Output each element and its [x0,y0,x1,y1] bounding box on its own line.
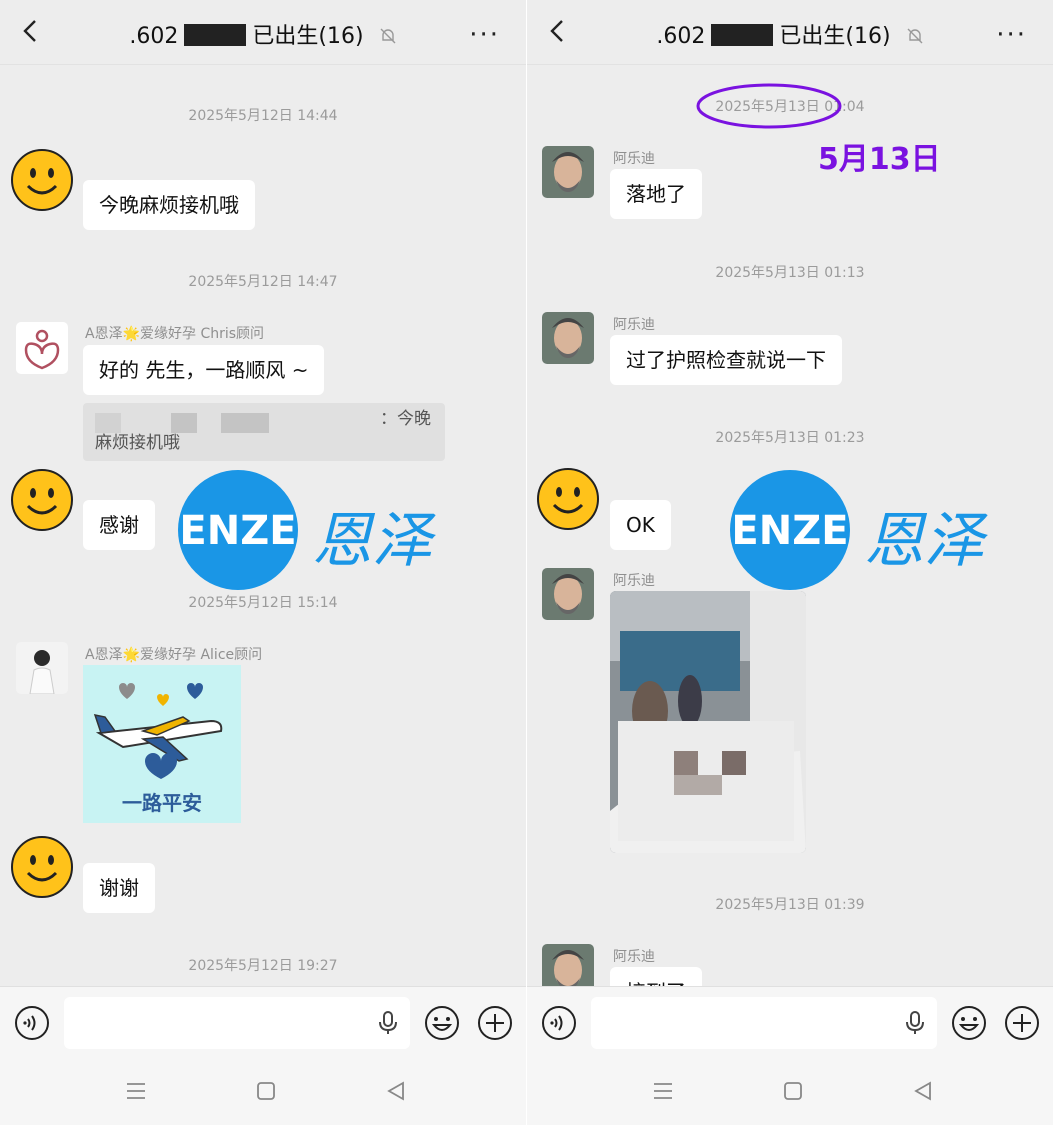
photo-message[interactable] [610,591,806,853]
sender-name: A恩泽🌟爱缘好孕 Chris顾问 [85,326,265,342]
system-nav-bar [0,1057,526,1125]
quoted-message[interactable]: ：今晚 麻烦接机哦 [83,403,445,461]
chat-header: .602 已出生(16) ··· [527,0,1053,65]
microphone-icon[interactable] [378,1011,398,1035]
home-nav-icon[interactable] [781,1079,805,1103]
emoji-icon[interactable] [951,1005,987,1041]
microphone-icon[interactable] [905,1011,925,1035]
enze-watermark: ENZE 恩泽 [730,470,990,590]
message-input[interactable] [64,997,410,1049]
right-chat-panel: .602 已出生(16) ··· 2025年5月13日 01:04 5月13日 阿… [527,0,1053,1125]
title-suffix: 已出生(16) [779,24,891,49]
chris-avatar[interactable] [16,322,68,374]
system-nav-bar [527,1057,1053,1125]
quote-text: ：今晚 [380,409,431,429]
left-chat-panel: .602 已出生(16) ··· 2025年5月12日 14:44 今晚麻烦接机哦… [0,0,526,1125]
voice-toggle-icon[interactable] [541,1005,577,1041]
message-bubble[interactable]: 谢谢 [83,863,155,913]
back-nav-icon[interactable] [911,1079,935,1103]
timestamp: 2025年5月12日 19:27 [188,958,338,974]
enze-watermark: ENZE 恩泽 [178,470,438,590]
voice-toggle-icon[interactable] [14,1005,50,1041]
back-nav-icon[interactable] [384,1079,408,1103]
menu-nav-icon[interactable] [651,1079,675,1103]
portrait-avatar-icon [542,146,594,198]
sender-avatar[interactable] [542,312,594,364]
watermark-chinese: 恩泽 [864,506,984,576]
message-bubble[interactable]: 落地了 [610,169,702,219]
smiley-avatar-icon [11,469,73,531]
redaction-mask [221,413,269,433]
airport-photo-icon [610,591,806,853]
timestamp: 2025年5月13日 01:23 [715,430,865,446]
sticker-image[interactable]: 一路平安 [83,665,241,823]
timestamp: 2025年5月12日 15:14 [188,595,338,611]
sender-name: A恩泽🌟爱缘好孕 Alice顾问 [85,647,263,663]
plus-icon[interactable] [477,1005,513,1041]
date-annotation: 5月13日 [818,142,941,177]
emoji-icon[interactable] [424,1005,460,1041]
title-prefix: .602 [129,24,179,49]
message-bubble[interactable]: OK [610,500,671,550]
redaction-mask [184,24,247,46]
title-prefix: .602 [656,24,706,49]
input-bar [0,986,526,1057]
person-photo-icon [29,650,55,694]
sender-name: 阿乐迪 [613,949,655,965]
timestamp: 2025年5月12日 14:47 [188,274,338,290]
message-bubble[interactable]: 过了护照检查就说一下 [610,335,842,385]
quote-text: 麻烦接机哦 [95,433,180,453]
more-options-icon[interactable]: ··· [469,20,500,50]
portrait-avatar-icon [542,312,594,364]
message-bubble[interactable]: 好的 先生，一路顺风 ~ [83,345,325,395]
highlight-ellipse [696,83,842,129]
input-bar [527,986,1053,1057]
sender-avatar[interactable] [542,568,594,620]
smiley-avatar-icon [11,836,73,898]
watermark-chinese: 恩泽 [312,506,432,576]
message-input[interactable] [591,997,937,1049]
alice-avatar[interactable] [16,642,68,694]
home-nav-icon[interactable] [254,1079,278,1103]
chat-title: .602 已出生(16) [527,18,1053,50]
sender-name: 阿乐迪 [613,317,655,333]
sender-avatar[interactable] [542,146,594,198]
mute-bell-icon [380,28,396,44]
plus-icon[interactable] [1004,1005,1040,1041]
redaction-mask [171,413,197,433]
smiley-avatar-icon [11,149,73,211]
watermark-latin: ENZE [731,508,849,554]
watermark-latin: ENZE [179,508,297,554]
smiley-avatar-icon [537,468,599,530]
portrait-avatar-icon [542,568,594,620]
redaction-mask [711,24,774,46]
more-options-icon[interactable]: ··· [996,20,1027,50]
chat-header: .602 已出生(16) ··· [0,0,526,65]
timestamp: 2025年5月13日 01:39 [715,897,865,913]
message-bubble[interactable]: 今晚麻烦接机哦 [83,180,255,230]
sender-name: 阿乐迪 [613,151,655,167]
title-suffix: 已出生(16) [252,24,364,49]
menu-nav-icon[interactable] [124,1079,148,1103]
mute-bell-icon [907,28,923,44]
message-bubble[interactable]: 感谢 [83,500,155,550]
timestamp: 2025年5月13日 01:13 [715,265,865,281]
timestamp: 2025年5月12日 14:44 [188,108,338,124]
redaction-mask [95,413,121,433]
chat-title: .602 已出生(16) [0,18,526,50]
sticker-text: 一路平安 [122,791,202,815]
sender-name: 阿乐迪 [613,573,655,589]
heart-logo-icon [24,329,60,370]
